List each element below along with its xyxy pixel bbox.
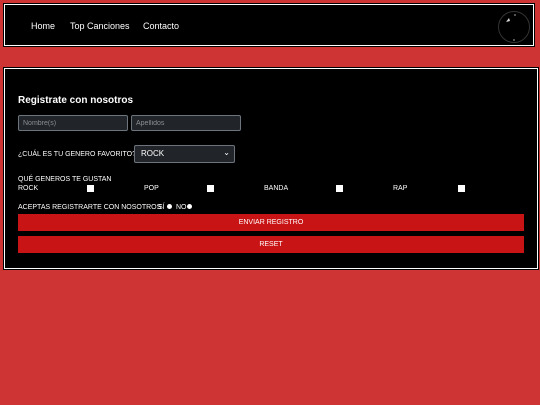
- genre-option-label-rock: ROCK: [18, 185, 39, 192]
- form-title: Registrate con nosotros: [18, 95, 134, 106]
- accept-yes-label: SÍ: [158, 204, 165, 211]
- genre-checkbox-pop[interactable]: [207, 185, 214, 192]
- submit-button[interactable]: ENVIAR REGISTRO: [18, 214, 524, 231]
- nav-link-contacto[interactable]: Contacto: [143, 21, 179, 31]
- accept-no-label: NO: [176, 204, 187, 211]
- genre-checkbox-rap[interactable]: [458, 185, 465, 192]
- genre-option-label-pop: POP: [144, 185, 159, 192]
- accept-label: ACEPTAS REGISTRARTE CON NOSOTROS: [18, 204, 162, 211]
- genres-label: QUÉ GENEROS TE GUSTAN: [18, 176, 112, 183]
- accept-yes-radio[interactable]: [167, 204, 172, 209]
- nav-link-home[interactable]: Home: [31, 21, 55, 31]
- genre-checkbox-banda[interactable]: [336, 185, 343, 192]
- favorite-genre-label: ¿CUÁL ES TU GENERO FAVORITO?: [18, 151, 136, 158]
- favorite-genre-select[interactable]: ROCK ⌄: [134, 145, 235, 163]
- first-name-input[interactable]: [18, 115, 128, 131]
- logo-icon[interactable]: [498, 11, 530, 43]
- registration-panel: Registrate con nosotros ¿CUÁL ES TU GENE…: [4, 68, 538, 269]
- chevron-down-icon: ⌄: [223, 148, 230, 157]
- accept-no-radio[interactable]: [187, 204, 192, 209]
- reset-button[interactable]: RESET: [18, 236, 524, 253]
- genre-option-label-rap: RAP: [393, 185, 408, 192]
- navbar: Home Top Canciones Contacto: [4, 4, 534, 46]
- favorite-genre-value: ROCK: [141, 149, 165, 158]
- nav-link-top-canciones[interactable]: Top Canciones: [70, 21, 130, 31]
- last-name-input[interactable]: [131, 115, 241, 131]
- genre-option-label-banda: BANDA: [264, 185, 289, 192]
- genre-checkbox-rock[interactable]: [87, 185, 94, 192]
